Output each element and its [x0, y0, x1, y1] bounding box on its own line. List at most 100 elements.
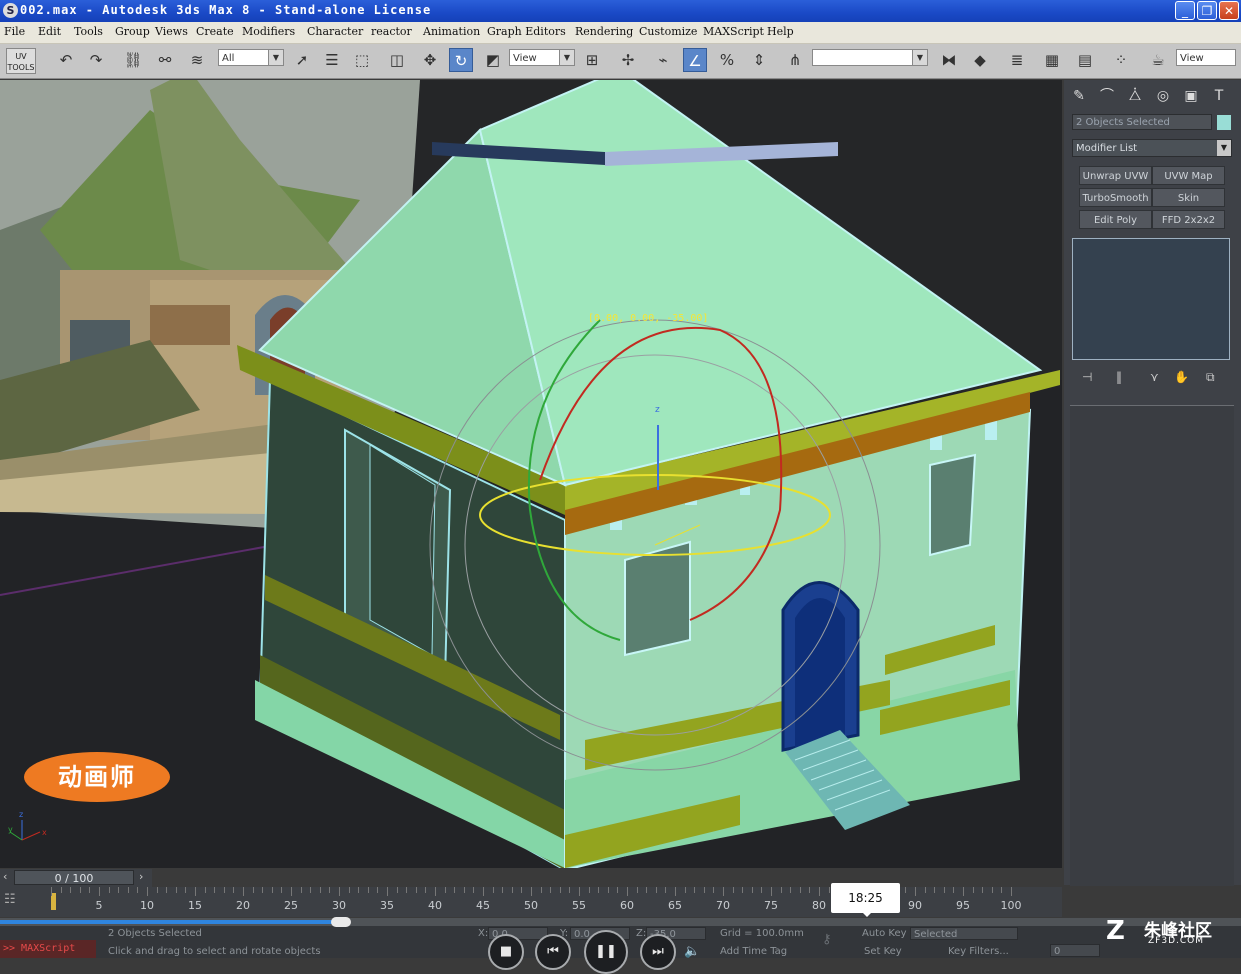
menu-tools[interactable]: Tools [74, 25, 103, 38]
key-mode-dropdown[interactable]: Selected [910, 927, 1018, 940]
layer-manager-icon[interactable]: ≣ [1005, 48, 1029, 72]
spinner-snap-icon[interactable]: ⇕ [747, 48, 771, 72]
perspective-viewport[interactable]: z x y z [0.00, 0.00, -35.00] 动画师 [0, 80, 1062, 868]
configure-modifier-sets-icon[interactable]: ⧉ [1206, 370, 1215, 385]
ruler-tick [972, 887, 974, 893]
grid-size-text: Grid = 100.0mm [720, 928, 804, 939]
named-selection-dropdown[interactable]: ▼ [812, 49, 928, 66]
turbosmooth-button[interactable]: TurboSmooth [1079, 188, 1152, 207]
close-button[interactable]: ✕ [1219, 1, 1239, 20]
reference-coordinate-dropdown[interactable]: View ▼ [509, 49, 575, 66]
motion-tab-icon[interactable]: ◎ [1152, 86, 1174, 106]
curve-editor-icon[interactable]: ▦ [1040, 48, 1064, 72]
current-frame-field[interactable]: 0 [1050, 944, 1100, 957]
stop-icon[interactable]: ■ [488, 934, 524, 970]
select-by-name-icon[interactable]: ☰ [320, 48, 344, 72]
select-icon[interactable]: ➚ [290, 48, 314, 72]
prev-icon[interactable]: ⏮ [535, 934, 571, 970]
unlink-icon[interactable]: ⚯ [153, 48, 177, 72]
create-tab-icon[interactable]: ✎ [1068, 86, 1090, 106]
menu-rendering[interactable]: Rendering [575, 25, 633, 38]
object-color-swatch[interactable] [1217, 115, 1231, 130]
menu-reactor[interactable]: reactor [371, 25, 412, 38]
manipulate-icon[interactable]: ✢ [616, 48, 640, 72]
pause-icon[interactable]: ❚❚ [584, 930, 628, 974]
app-icon[interactable]: S [3, 3, 18, 18]
next-icon[interactable]: ⏭ [640, 934, 676, 970]
menu-maxscript[interactable]: MAXScript [703, 25, 764, 38]
menu-create[interactable]: Create [196, 25, 234, 38]
ffd-2x2x2-button[interactable]: FFD 2x2x2 [1152, 210, 1225, 229]
menu-customize[interactable]: Customize [639, 25, 697, 38]
set-key-button[interactable]: Set Key [864, 946, 902, 957]
video-time-tooltip-text: 18:25 [848, 891, 883, 905]
mini-curve-editor-icon[interactable]: ☷ [4, 892, 30, 910]
time-slider-right-arrow[interactable]: › [139, 870, 143, 883]
volume-icon[interactable]: 🔈 [684, 944, 700, 959]
video-progress-bar[interactable] [0, 917, 1241, 927]
video-progress-knob[interactable] [331, 917, 352, 927]
pin-stack-icon[interactable]: ⊣ [1082, 370, 1092, 384]
display-tab-icon[interactable]: ▣ [1180, 86, 1202, 106]
window-crossing-icon[interactable]: ◫ [385, 48, 409, 72]
move-icon[interactable]: ✥ [418, 48, 442, 72]
add-time-tag-button[interactable]: Add Time Tag [720, 946, 787, 957]
bind-space-warp-icon[interactable]: ≋ [185, 48, 209, 72]
modifier-stack-view[interactable] [1072, 238, 1230, 360]
menu-file[interactable]: File [4, 25, 25, 38]
modifier-list-dropdown[interactable]: Modifier List ▼ [1072, 139, 1232, 157]
uvw-map-button[interactable]: UVW Map [1152, 166, 1225, 185]
menu-help[interactable]: Help [767, 25, 794, 38]
make-unique-icon[interactable]: ⋎ [1150, 370, 1159, 384]
ruler-tick [732, 887, 734, 893]
key-icon[interactable]: ⚷ [822, 932, 832, 947]
render-type-dropdown[interactable]: View [1176, 49, 1236, 66]
maxscript-listener[interactable]: >> MAXScript [0, 940, 96, 958]
unwrap-uvw-button[interactable]: Unwrap UVW [1079, 166, 1152, 185]
auto-key-button[interactable]: Auto Key [862, 928, 907, 939]
mirror-icon[interactable]: ⧓ [937, 48, 961, 72]
schematic-view-icon[interactable]: ▤ [1073, 48, 1097, 72]
key-filters-button[interactable]: Key Filters... [948, 946, 1009, 957]
time-slider[interactable]: ‹ 0 / 100 › [0, 869, 152, 887]
show-end-result-icon[interactable]: ‖ [1116, 370, 1122, 384]
menu-graph-editors[interactable]: Graph Editors [487, 25, 566, 38]
ruler-tick [223, 887, 225, 893]
skin-button[interactable]: Skin [1152, 188, 1225, 207]
menu-modifiers[interactable]: Modifiers [242, 25, 295, 38]
rect-region-icon[interactable]: ⬚ [350, 48, 374, 72]
render-type-value: View [1180, 53, 1204, 64]
menu-animation[interactable]: Animation [423, 25, 480, 38]
align-icon[interactable]: ◆ [968, 48, 992, 72]
remove-modifier-icon[interactable]: ✋ [1174, 370, 1189, 384]
rotate-icon[interactable]: ↻ [449, 48, 473, 72]
minimize-button[interactable]: _ [1175, 1, 1195, 20]
menu-edit[interactable]: Edit [38, 25, 61, 38]
object-name-field[interactable]: 2 Objects Selected [1072, 114, 1212, 130]
restore-button[interactable]: ❐ [1197, 1, 1217, 20]
modifier-list-label: Modifier List [1076, 143, 1138, 154]
menu-views[interactable]: Views [155, 25, 188, 38]
menu-character[interactable]: Character [307, 25, 363, 38]
edit-poly-button[interactable]: Edit Poly [1079, 210, 1152, 229]
uv-tools-button[interactable]: UV TOOLS [6, 48, 36, 74]
hierarchy-tab-icon[interactable]: ⧊ [1124, 86, 1146, 106]
render-scene-icon[interactable]: ☕ [1146, 48, 1170, 72]
utilities-tab-icon[interactable]: T [1208, 86, 1230, 106]
track-bar[interactable]: ☷ 51015202530354045505560657075808590951… [0, 887, 1062, 917]
percent-snap-icon[interactable]: % [715, 48, 739, 72]
modify-tab-icon[interactable]: ⌒ [1096, 86, 1118, 106]
undo-icon[interactable]: ↶ [54, 48, 78, 72]
scale-icon[interactable]: ◩ [481, 48, 505, 72]
material-editor-icon[interactable]: ⁘ [1109, 48, 1133, 72]
time-slider-left-arrow[interactable]: ‹ [3, 870, 7, 883]
selection-filter-dropdown[interactable]: All ▼ [218, 49, 284, 66]
redo-icon[interactable]: ↷ [84, 48, 108, 72]
snap-3d-icon[interactable]: ⌁ [651, 48, 675, 72]
select-link-icon[interactable]: ⛓ [121, 48, 145, 72]
frame-counter[interactable]: 0 / 100 [14, 870, 134, 885]
angle-snap-icon[interactable]: ∠ [683, 48, 707, 72]
edit-named-selection-icon[interactable]: ⋔ [783, 48, 807, 72]
menu-group[interactable]: Group [115, 25, 150, 38]
pivot-icon[interactable]: ⊞ [580, 48, 604, 72]
